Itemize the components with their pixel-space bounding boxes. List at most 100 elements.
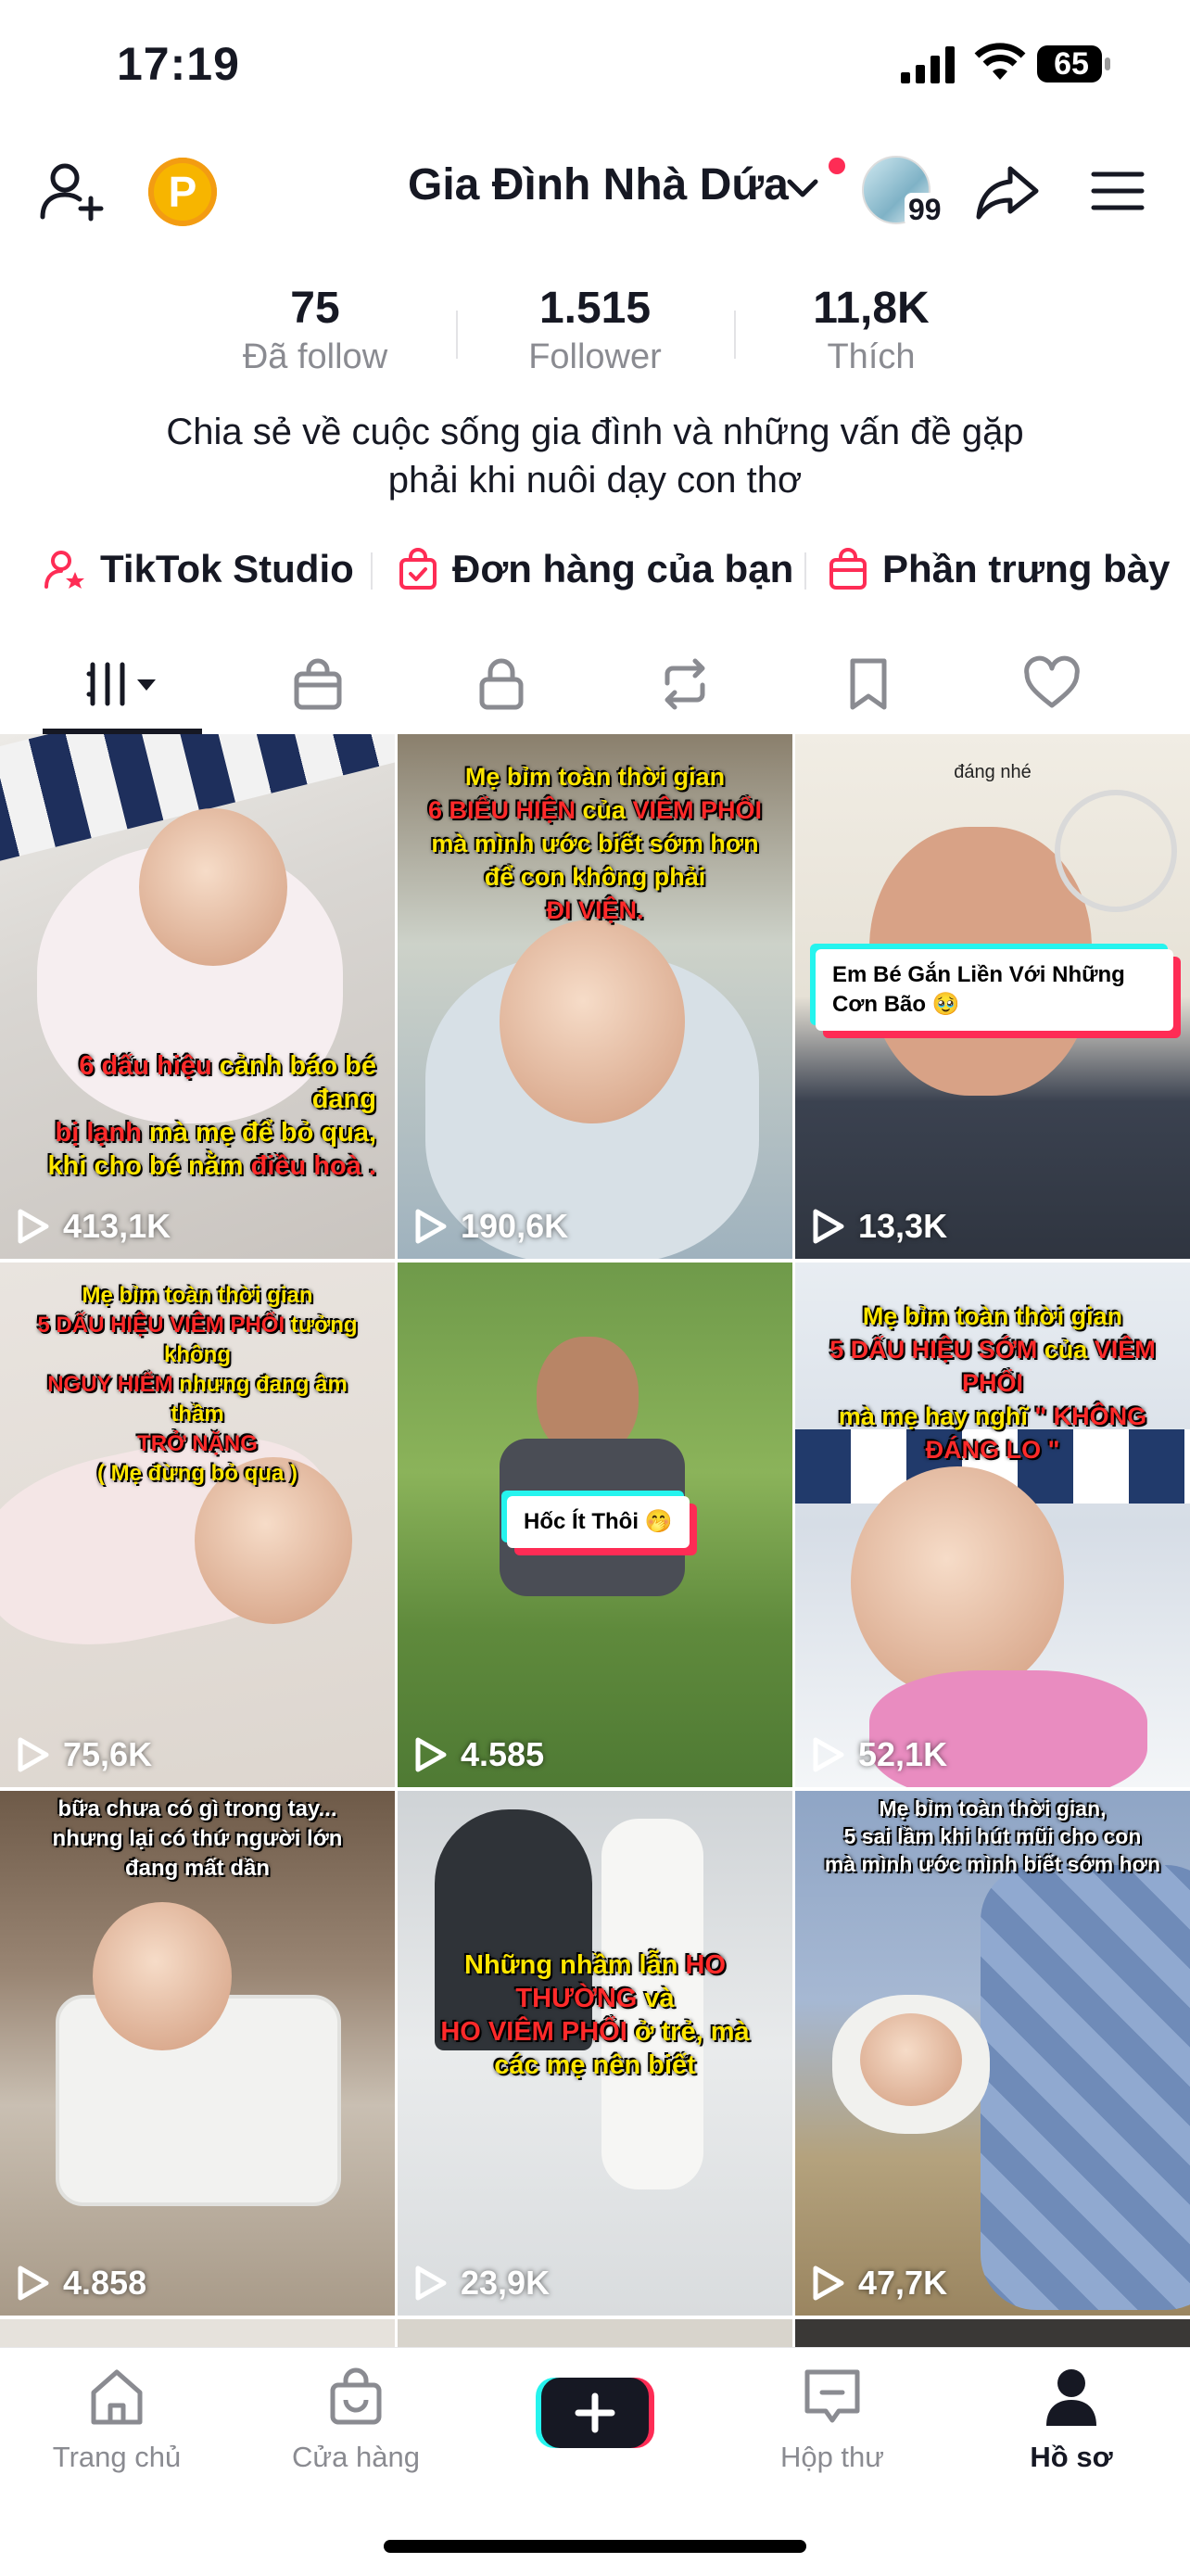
tab-shop[interactable] (226, 640, 410, 729)
video-tile[interactable] (0, 2319, 395, 2347)
chevron-down-icon[interactable] (784, 172, 821, 206)
video-caption: Mẹ bỉm toàn thời gian, 5 sai lầm khi hút… (824, 1796, 1161, 1876)
shopping-bag-check-icon (399, 548, 437, 590)
video-title-card: Hốc Ít Thôi 🤭 (507, 1496, 690, 1548)
play-icon (415, 2265, 447, 2301)
showcase-link[interactable]: Phần trưng bày (827, 539, 1170, 599)
video-caption: 6 dấu hiệu cảnh báo bé đang bị lạnh mà m… (47, 1051, 376, 1181)
orders-label: Đơn hàng của bạn (452, 547, 794, 590)
video-caption: Mẹ bỉm toàn thời gian 5 DẤU HIỆU SỚM của… (829, 1302, 1156, 1464)
nav-home-label: Trang chủ (52, 2441, 182, 2473)
inbox-icon (804, 2369, 860, 2423)
video-caption: Mẹ bỉm toàn thời gian 6 BIỂU HIỆN của VI… (427, 763, 763, 924)
divider (371, 552, 373, 590)
nav-shop-label: Cửa hàng (292, 2441, 420, 2473)
following-label: Đã follow (242, 337, 388, 376)
divider (456, 311, 458, 359)
battery-level: 65 (1054, 46, 1089, 82)
stat-likes[interactable]: 11,8K Thích (779, 283, 964, 379)
video-caption: bữa chưa có gì trong tay... nhưng lại có… (52, 1796, 343, 1881)
video-tile[interactable]: Hốc Ít Thôi 🤭 4.585 (398, 1263, 792, 1787)
stat-followers[interactable]: 1.515 Follower (502, 283, 688, 379)
friends-count: 99 (905, 193, 945, 227)
profile-bio: Chia sẻ về cuộc sống gia đình và những v… (0, 408, 1190, 504)
home-icon (91, 2369, 143, 2425)
play-icon (813, 2265, 844, 2301)
video-tile[interactable] (398, 2319, 792, 2347)
share-icon[interactable] (973, 158, 1042, 226)
video-tile[interactable]: Mẹ bỉm toàn thời gian 6 BIỂU HIỆN của VI… (398, 734, 792, 1259)
play-icon (813, 1737, 844, 1772)
video-tile[interactable]: bữa chưa có gì trong tay... nhưng lại có… (0, 1791, 395, 2316)
thumbnail-art (1055, 790, 1177, 912)
video-tile[interactable]: Mẹ bỉm toàn thời gian 5 DẤU HIỆU SỚM của… (795, 1263, 1190, 1787)
video-grid: 6 dấu hiệu cảnh báo bé đang bị lạnh mà m… (0, 734, 1190, 2347)
play-icon (18, 2265, 49, 2301)
video-tile[interactable] (795, 2319, 1190, 2347)
bio-line-2: phải khi nuôi dạy con thơ (387, 460, 803, 501)
likes-label: Thích (827, 337, 916, 376)
shopping-bag-icon (294, 658, 342, 710)
view-count: 52,1K (812, 1735, 947, 1774)
nav-home[interactable]: Trang chủ (24, 2365, 209, 2474)
nav-shop[interactable]: Cửa hàng (263, 2365, 449, 2474)
tiktok-studio-link[interactable]: TikTok Studio (44, 539, 354, 599)
add-friend-icon[interactable] (37, 158, 106, 226)
divider (734, 311, 736, 359)
play-icon (415, 1209, 447, 1244)
bio-line-1: Chia sẻ về cuộc sống gia đình và những v… (166, 412, 1024, 452)
likes-count: 11,8K (813, 284, 930, 333)
followers-label: Follower (528, 337, 662, 376)
thumbnail-art (500, 920, 685, 1123)
profile-header: P Gia Đình Nhà Dứa 99 (0, 139, 1190, 250)
video-tile[interactable]: Mẹ bỉm toàn thời gian 5 DẤU HIỆU VIÊM PH… (0, 1263, 395, 1787)
thumbnail-art (860, 2013, 962, 2106)
following-count: 75 (290, 284, 340, 333)
menu-icon[interactable] (1090, 163, 1146, 219)
thumbnail-art (93, 1902, 232, 2050)
play-icon (813, 1209, 844, 1244)
video-tile[interactable]: đáng nhé Em Bé Gắn Liền Với Những Cơn Bã… (795, 734, 1190, 1259)
play-icon (18, 1209, 49, 1244)
grid-menu-icon (86, 662, 156, 706)
wifi-icon (974, 43, 1026, 80)
shopping-bag-icon (829, 548, 867, 590)
followers-count: 1.515 (538, 284, 652, 333)
nav-inbox[interactable]: Hộp thư (740, 2365, 925, 2474)
video-tile[interactable]: 6 dấu hiệu cảnh báo bé đang bị lạnh mà m… (0, 734, 395, 1259)
thumbnail-art (851, 1466, 1064, 1698)
view-count: 4.858 (17, 2264, 146, 2303)
thumbnail-art (139, 808, 287, 966)
tiktok-studio-label: TikTok Studio (100, 547, 354, 590)
video-top-text: đáng nhé (954, 762, 1032, 782)
tab-favorites[interactable] (777, 640, 960, 729)
video-tile[interactable]: Mẹ bỉm toàn thời gian, 5 sai lầm khi hút… (795, 1791, 1190, 2316)
tab-reposts[interactable] (593, 640, 777, 729)
profile-icon (1046, 2369, 1096, 2426)
nav-profile[interactable]: Hồ sơ (979, 2365, 1164, 2474)
stat-following[interactable]: 75 Đã follow (222, 283, 408, 379)
tab-private[interactable] (410, 640, 593, 729)
video-tile[interactable]: Những nhầm lẫn HO THƯỜNG và HO VIÊM PHỔI… (398, 1791, 792, 2316)
battery-indicator: 65 (1036, 43, 1112, 85)
view-count: 47,7K (812, 2264, 947, 2303)
view-count: 23,9K (414, 2264, 550, 2303)
create-video-button[interactable] (536, 2374, 654, 2452)
play-icon (18, 1737, 49, 1772)
play-icon (415, 1737, 447, 1772)
repost-icon (665, 658, 705, 710)
nav-inbox-label: Hộp thư (779, 2441, 885, 2473)
tab-videos[interactable] (43, 640, 202, 734)
tab-liked[interactable] (960, 640, 1144, 729)
divider (804, 552, 806, 590)
heart-icon (1024, 655, 1080, 708)
profile-links: TikTok Studio Đơn hàng của bạn Phần trưn… (0, 539, 1190, 599)
profile-username[interactable]: Gia Đình Nhà Dứa (408, 159, 789, 210)
video-caption: Mẹ bỉm toàn thời gian 5 DẤU HIỆU VIÊM PH… (37, 1283, 358, 1486)
nav-profile-label: Hồ sơ (1030, 2441, 1113, 2473)
notification-dot (829, 158, 845, 174)
profile-tabs (0, 640, 1190, 734)
orders-link[interactable]: Đơn hàng của bạn (397, 539, 793, 599)
lock-icon (479, 658, 524, 710)
coin-button[interactable]: P (148, 158, 217, 226)
